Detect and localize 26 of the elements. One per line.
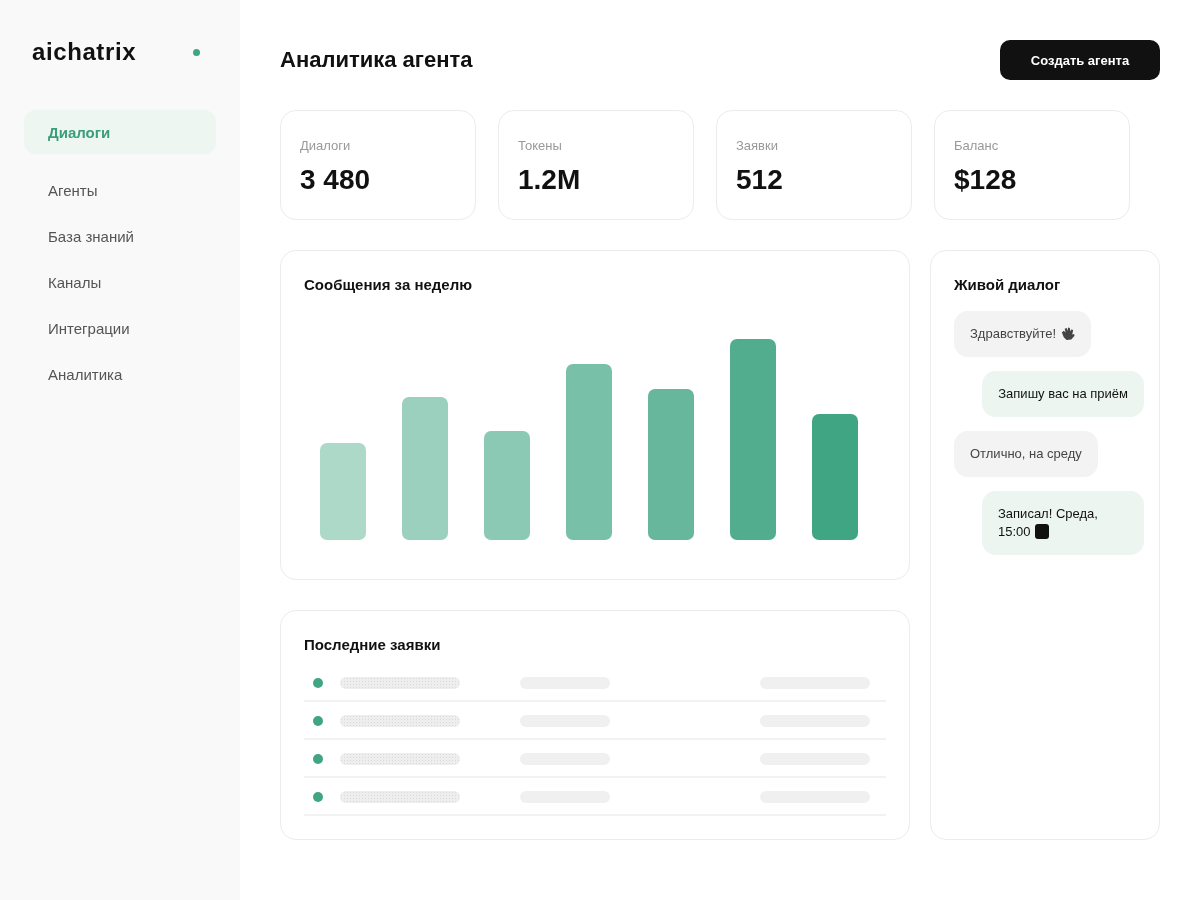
- page-title: Аналитика агента: [280, 47, 473, 73]
- waving-hand-icon: [1060, 326, 1076, 341]
- square-icon: [1034, 524, 1049, 539]
- stat-value: 3 480: [300, 164, 371, 196]
- outgoing-message: Запишу вас на приём: [982, 371, 1144, 417]
- outgoing-message: Записал! Среда, 15:00: [982, 491, 1144, 555]
- nav-item[interactable]: Аналитика: [24, 352, 216, 396]
- nav-item[interactable]: Интеграции: [24, 306, 216, 350]
- incoming-message: Отлично, на среду: [954, 431, 1098, 477]
- nav-item[interactable]: Агенты: [24, 168, 216, 212]
- stat-label: Токены: [518, 138, 562, 153]
- nav-item[interactable]: База знаний: [24, 214, 216, 258]
- stat-value: 1.2M: [518, 164, 581, 196]
- status-dot-icon: [193, 48, 200, 56]
- stat-label: Заявки: [736, 138, 778, 153]
- logo: aichatrix: [32, 38, 137, 66]
- card-title: Сообщения за неделю: [304, 276, 473, 294]
- incoming-message: Здравствуйте!: [954, 311, 1092, 357]
- card-title: Живой диалог: [954, 276, 1062, 294]
- stat-value: 512: [736, 164, 783, 196]
- create-agent-button[interactable]: Создать агента: [1000, 40, 1160, 80]
- stat-label: Диалоги: [300, 138, 351, 153]
- stat-value: $128: [954, 164, 1017, 196]
- nav-item[interactable]: Каналы: [24, 260, 216, 304]
- stat-label: Баланс: [954, 138, 999, 153]
- card-title: Последние заявки: [304, 636, 442, 654]
